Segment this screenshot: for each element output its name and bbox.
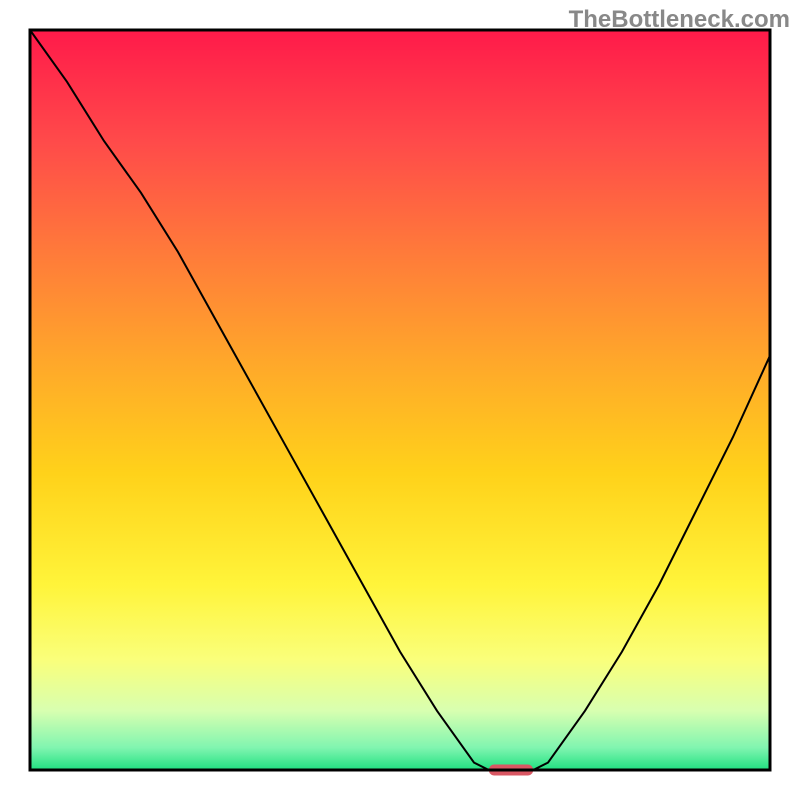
plot-background bbox=[30, 30, 770, 770]
watermark-text: TheBottleneck.com bbox=[569, 6, 790, 34]
chart-container: TheBottleneck.com bbox=[0, 0, 800, 800]
chart-svg bbox=[0, 0, 800, 800]
